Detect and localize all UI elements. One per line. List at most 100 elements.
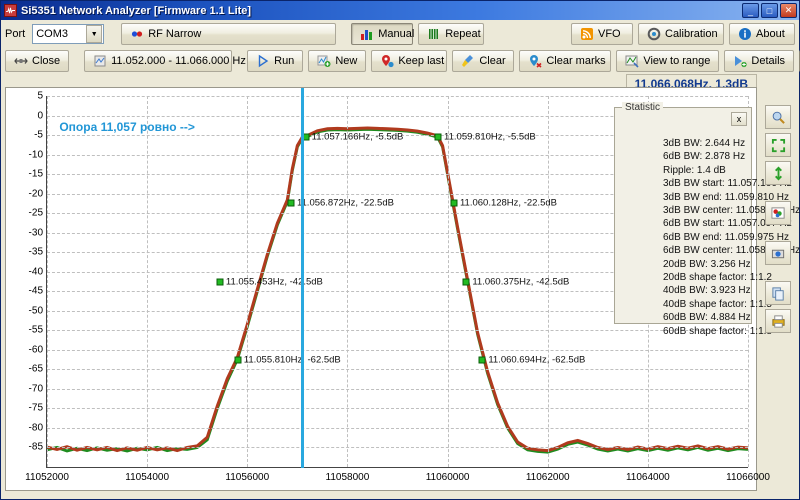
app-icon [4, 4, 17, 17]
clear-button[interactable]: Clear [452, 50, 514, 72]
gear-icon [647, 27, 661, 41]
new-button[interactable]: New [308, 50, 366, 72]
chart-marker[interactable] [216, 278, 223, 285]
y-axis-tick-label: -20 [29, 188, 43, 199]
vfo-label: VFO [598, 28, 621, 40]
tool-rail [759, 87, 797, 489]
y-axis-tick-label: -65 [29, 364, 43, 375]
cursor-line[interactable] [301, 88, 304, 468]
statistic-panel: Statistic x 3dB BW: 2.644 Hz6dB BW: 2.87… [614, 107, 752, 324]
range-button[interactable]: 11.052.000 - 11.066.000 Hz [84, 50, 232, 72]
copy-icon[interactable] [765, 281, 791, 305]
x-axis-tick-label: 11054000 [125, 472, 169, 483]
maximize-button[interactable]: □ [761, 3, 778, 18]
clear-marks-button[interactable]: Clear marks [519, 50, 611, 72]
view-to-range-button[interactable]: View to range [616, 50, 719, 72]
run-button[interactable]: Run [247, 50, 303, 72]
statistic-row: 3dB BW start: 11.057.166 Hz [663, 177, 747, 190]
application-window: Si5351 Network Analyzer [Firmware 1.1 Li… [0, 0, 800, 500]
chart-marker[interactable] [463, 278, 470, 285]
chart-marker-label: 11.059.810Hz, -5.5dB [444, 132, 536, 143]
rf-mode-label: RF Narrow [148, 28, 201, 40]
about-label: About [756, 28, 785, 40]
play-icon [256, 54, 270, 68]
chart-marker-label: 11.060.694Hz, -62.5dB [488, 354, 585, 365]
repeat-icon [427, 27, 441, 41]
statistic-row: 60dB BW: 4.884 Hz [663, 311, 747, 324]
window-title: Si5351 Network Analyzer [Firmware 1.1 Li… [21, 5, 742, 17]
y-axis-tick-label: 5 [37, 91, 43, 102]
y-axis-tick-label: -85 [29, 442, 43, 453]
chart-annotation: Опора 11,057 ровно --> [59, 120, 195, 134]
x-axis-tick-label: 11058000 [326, 472, 370, 483]
y-axis-tick-label: -75 [29, 403, 43, 414]
new-chart-icon [317, 54, 331, 68]
screenshot-icon[interactable] [765, 241, 791, 265]
y-axis-tick-label: -25 [29, 208, 43, 219]
x-axis-tick-label: 11060000 [426, 472, 470, 483]
chart-marker[interactable] [234, 356, 241, 363]
chart-marker[interactable] [479, 356, 486, 363]
keep-last-button[interactable]: Keep last [371, 50, 447, 72]
repeat-button[interactable]: Repeat [418, 23, 484, 45]
calibration-button[interactable]: Calibration [638, 23, 724, 45]
range-label: 11.052.000 - 11.066.000 Hz [111, 55, 246, 67]
info-icon [738, 27, 752, 41]
x-axis-tick-label: 11056000 [225, 472, 269, 483]
vfo-button[interactable]: VFO [571, 23, 633, 45]
port-select[interactable]: COM3 ▼ [32, 24, 104, 44]
minimize-button[interactable]: _ [742, 3, 759, 18]
rf-narrow-icon [130, 27, 144, 41]
toolbar-top: Port COM3 ▼ RF Narrow Manual Repeat [1, 20, 799, 48]
view-range-icon [625, 54, 639, 68]
clear-label: Clear [479, 55, 505, 67]
y-axis-tick-label: -50 [29, 305, 43, 316]
statistic-row: 3dB BW center: 11.058.488 Hz [663, 204, 747, 217]
print-icon[interactable] [765, 309, 791, 333]
statistic-row: 3dB BW: 2.644 Hz [663, 137, 747, 150]
bar-chart-icon [360, 27, 374, 41]
rf-mode-button[interactable]: RF Narrow [121, 23, 336, 45]
title-bar: Si5351 Network Analyzer [Firmware 1.1 Li… [1, 1, 799, 20]
statistic-row: 60dB shape factor: 1:1.8 [663, 325, 747, 338]
palette-icon[interactable] [765, 201, 791, 225]
chart-marker[interactable] [287, 200, 294, 207]
run-label: Run [274, 55, 294, 67]
statistic-row: 20dB BW: 3.256 Hz [663, 258, 747, 271]
chart-marker-label: 11.056.872Hz, -22.5dB [297, 198, 394, 209]
zoom-icon[interactable] [765, 105, 791, 129]
x-axis-tick-label: 11052000 [25, 472, 69, 483]
clear-marks-label: Clear marks [546, 55, 605, 67]
statistic-close-button[interactable]: x [731, 112, 747, 126]
chart-marker-label: 11.055.453Hz, -42.5dB [226, 276, 323, 287]
fit-icon[interactable] [765, 133, 791, 157]
chevron-down-icon[interactable]: ▼ [86, 25, 102, 43]
statistic-row: 6dB BW start: 11.057.097 Hz [663, 217, 747, 230]
manual-button[interactable]: Manual [351, 23, 413, 45]
about-button[interactable]: About [729, 23, 795, 45]
broom-icon [461, 54, 475, 68]
y-axis-tick-label: -80 [29, 422, 43, 433]
y-axis-tick-label: -5 [34, 130, 43, 141]
statistic-row: 6dB BW end: 11.059.975 Hz [663, 231, 747, 244]
close-session-button[interactable]: Close [5, 50, 69, 72]
statistic-row: 6dB BW center: 11.058.536 Hz [663, 244, 747, 257]
details-icon [733, 54, 747, 68]
y-axis-tick-label: -45 [29, 286, 43, 297]
new-label: New [335, 55, 357, 67]
rss-icon [580, 27, 594, 41]
port-label: Port [5, 28, 25, 40]
close-button[interactable]: ✕ [780, 3, 797, 18]
details-button[interactable]: Details [724, 50, 794, 72]
statistic-row: Ripple: 1.4 dB [663, 164, 747, 177]
manual-label: Manual [378, 28, 414, 40]
toolbar-second: Close 11.052.000 - 11.066.000 Hz Run New… [1, 48, 799, 74]
view-to-range-label: View to range [643, 55, 710, 67]
repeat-label: Repeat [445, 28, 480, 40]
statistic-row: 20dB shape factor: 1:1.2 [663, 271, 747, 284]
chart-marker[interactable] [435, 134, 442, 141]
vertical-scale-icon[interactable] [765, 161, 791, 185]
pin-remove-icon [528, 54, 542, 68]
chart-marker[interactable] [450, 200, 457, 207]
y-axis-tick-label: -60 [29, 344, 43, 355]
